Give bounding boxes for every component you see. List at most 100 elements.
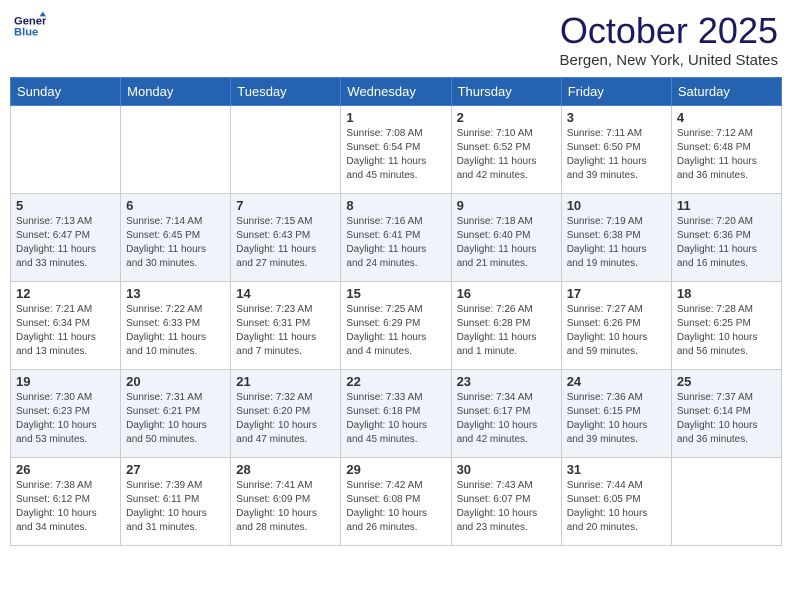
calendar-cell: 27 Sunrise: 7:39 AM Sunset: 6:11 PM Dayli… bbox=[121, 458, 231, 546]
calendar-cell: 3 Sunrise: 7:11 AM Sunset: 6:50 PM Daylig… bbox=[561, 106, 671, 194]
day-info: Sunrise: 7:22 AM Sunset: 6:33 PM Dayligh… bbox=[126, 303, 225, 359]
header-thursday: Thursday bbox=[451, 78, 561, 106]
day-number: 24 bbox=[567, 374, 666, 389]
day-info: Sunrise: 7:12 AM Sunset: 6:48 PM Dayligh… bbox=[677, 127, 776, 183]
day-number: 31 bbox=[567, 462, 666, 477]
svg-text:Blue: Blue bbox=[14, 27, 38, 39]
calendar-cell: 7 Sunrise: 7:15 AM Sunset: 6:43 PM Daylig… bbox=[231, 194, 341, 282]
page: General Blue October 2025 Bergen, New Yo… bbox=[0, 0, 792, 612]
day-info: Sunrise: 7:31 AM Sunset: 6:21 PM Dayligh… bbox=[126, 391, 225, 447]
weekday-header-row: Sunday Monday Tuesday Wednesday Thursday… bbox=[11, 78, 782, 106]
calendar-cell bbox=[121, 106, 231, 194]
day-number: 9 bbox=[457, 198, 556, 213]
day-info: Sunrise: 7:32 AM Sunset: 6:20 PM Dayligh… bbox=[236, 391, 335, 447]
day-info: Sunrise: 7:37 AM Sunset: 6:14 PM Dayligh… bbox=[677, 391, 776, 447]
calendar-cell: 14 Sunrise: 7:23 AM Sunset: 6:31 PM Dayli… bbox=[231, 282, 341, 370]
header-tuesday: Tuesday bbox=[231, 78, 341, 106]
day-number: 23 bbox=[457, 374, 556, 389]
day-info: Sunrise: 7:10 AM Sunset: 6:52 PM Dayligh… bbox=[457, 127, 556, 183]
day-number: 14 bbox=[236, 286, 335, 301]
day-info: Sunrise: 7:26 AM Sunset: 6:28 PM Dayligh… bbox=[457, 303, 556, 359]
logo-icon: General Blue bbox=[14, 10, 46, 42]
day-info: Sunrise: 7:18 AM Sunset: 6:40 PM Dayligh… bbox=[457, 215, 556, 271]
calendar-cell: 1 Sunrise: 7:08 AM Sunset: 6:54 PM Daylig… bbox=[341, 106, 451, 194]
calendar-cell: 2Sunrise: 7:10 AM Sunset: 6:52 PM Daylig… bbox=[451, 106, 561, 194]
calendar-cell: 18Sunrise: 7:28 AM Sunset: 6:25 PM Dayli… bbox=[671, 282, 781, 370]
day-info: Sunrise: 7:20 AM Sunset: 6:36 PM Dayligh… bbox=[677, 215, 776, 271]
calendar-cell: 15 Sunrise: 7:25 AM Sunset: 6:29 PM Dayli… bbox=[341, 282, 451, 370]
day-number: 16 bbox=[457, 286, 556, 301]
day-info: Sunrise: 7:30 AM Sunset: 6:23 PM Dayligh… bbox=[16, 391, 115, 447]
calendar-cell: 5 Sunrise: 7:13 AM Sunset: 6:47 PM Daylig… bbox=[11, 194, 121, 282]
day-number: 17 bbox=[567, 286, 666, 301]
calendar-cell: 29 Sunrise: 7:42 AM Sunset: 6:08 PM Dayli… bbox=[341, 458, 451, 546]
day-number: 8 bbox=[346, 198, 445, 213]
calendar-week-row: 12 Sunrise: 7:21 AM Sunset: 6:34 PM Dayli… bbox=[11, 282, 782, 370]
calendar-cell bbox=[231, 106, 341, 194]
day-info: Sunrise: 7:36 AM Sunset: 6:15 PM Dayligh… bbox=[567, 391, 666, 447]
day-info: Sunrise: 7:21 AM Sunset: 6:34 PM Dayligh… bbox=[16, 303, 115, 359]
calendar-cell: 28Sunrise: 7:41 AM Sunset: 6:09 PM Dayli… bbox=[231, 458, 341, 546]
day-info: Sunrise: 7:13 AM Sunset: 6:47 PM Dayligh… bbox=[16, 215, 115, 271]
day-number: 15 bbox=[346, 286, 445, 301]
day-number: 12 bbox=[16, 286, 115, 301]
day-number: 19 bbox=[16, 374, 115, 389]
day-number: 29 bbox=[346, 462, 445, 477]
calendar-cell: 10Sunrise: 7:19 AM Sunset: 6:38 PM Dayli… bbox=[561, 194, 671, 282]
calendar-cell: 22Sunrise: 7:33 AM Sunset: 6:18 PM Dayli… bbox=[341, 370, 451, 458]
day-number: 5 bbox=[16, 198, 115, 213]
day-number: 6 bbox=[126, 198, 225, 213]
day-number: 11 bbox=[677, 198, 776, 213]
day-number: 20 bbox=[126, 374, 225, 389]
location: Bergen, New York, United States bbox=[560, 52, 778, 69]
calendar-week-row: 26Sunrise: 7:38 AM Sunset: 6:12 PM Dayli… bbox=[11, 458, 782, 546]
day-info: Sunrise: 7:44 AM Sunset: 6:05 PM Dayligh… bbox=[567, 479, 666, 535]
header-saturday: Saturday bbox=[671, 78, 781, 106]
day-info: Sunrise: 7:14 AM Sunset: 6:45 PM Dayligh… bbox=[126, 215, 225, 271]
svg-text:General: General bbox=[14, 15, 46, 27]
day-number: 1 bbox=[346, 110, 445, 125]
calendar-cell: 23Sunrise: 7:34 AM Sunset: 6:17 PM Dayli… bbox=[451, 370, 561, 458]
calendar-cell: 16 Sunrise: 7:26 AM Sunset: 6:28 PM Dayli… bbox=[451, 282, 561, 370]
calendar-cell: 21Sunrise: 7:32 AM Sunset: 6:20 PM Dayli… bbox=[231, 370, 341, 458]
header-friday: Friday bbox=[561, 78, 671, 106]
header: General Blue October 2025 Bergen, New Yo… bbox=[10, 10, 782, 69]
calendar: Sunday Monday Tuesday Wednesday Thursday… bbox=[10, 77, 782, 546]
calendar-cell: 9 Sunrise: 7:18 AM Sunset: 6:40 PM Daylig… bbox=[451, 194, 561, 282]
calendar-cell: 25Sunrise: 7:37 AM Sunset: 6:14 PM Dayli… bbox=[671, 370, 781, 458]
day-number: 4 bbox=[677, 110, 776, 125]
calendar-cell bbox=[671, 458, 781, 546]
title-section: October 2025 Bergen, New York, United St… bbox=[560, 10, 778, 69]
day-info: Sunrise: 7:38 AM Sunset: 6:12 PM Dayligh… bbox=[16, 479, 115, 535]
calendar-cell: 13Sunrise: 7:22 AM Sunset: 6:33 PM Dayli… bbox=[121, 282, 231, 370]
day-number: 28 bbox=[236, 462, 335, 477]
calendar-cell: 24 Sunrise: 7:36 AM Sunset: 6:15 PM Dayli… bbox=[561, 370, 671, 458]
calendar-cell: 20 Sunrise: 7:31 AM Sunset: 6:21 PM Dayli… bbox=[121, 370, 231, 458]
day-number: 18 bbox=[677, 286, 776, 301]
calendar-cell: 6 Sunrise: 7:14 AM Sunset: 6:45 PM Daylig… bbox=[121, 194, 231, 282]
day-number: 27 bbox=[126, 462, 225, 477]
day-info: Sunrise: 7:08 AM Sunset: 6:54 PM Dayligh… bbox=[346, 127, 445, 183]
calendar-week-row: 5 Sunrise: 7:13 AM Sunset: 6:47 PM Daylig… bbox=[11, 194, 782, 282]
calendar-cell bbox=[11, 106, 121, 194]
day-info: Sunrise: 7:15 AM Sunset: 6:43 PM Dayligh… bbox=[236, 215, 335, 271]
calendar-cell: 8 Sunrise: 7:16 AM Sunset: 6:41 PM Daylig… bbox=[341, 194, 451, 282]
logo: General Blue bbox=[14, 10, 46, 42]
calendar-cell: 4 Sunrise: 7:12 AM Sunset: 6:48 PM Daylig… bbox=[671, 106, 781, 194]
day-info: Sunrise: 7:23 AM Sunset: 6:31 PM Dayligh… bbox=[236, 303, 335, 359]
day-info: Sunrise: 7:16 AM Sunset: 6:41 PM Dayligh… bbox=[346, 215, 445, 271]
day-number: 7 bbox=[236, 198, 335, 213]
day-info: Sunrise: 7:25 AM Sunset: 6:29 PM Dayligh… bbox=[346, 303, 445, 359]
day-number: 3 bbox=[567, 110, 666, 125]
day-info: Sunrise: 7:27 AM Sunset: 6:26 PM Dayligh… bbox=[567, 303, 666, 359]
day-info: Sunrise: 7:33 AM Sunset: 6:18 PM Dayligh… bbox=[346, 391, 445, 447]
calendar-cell: 11 Sunrise: 7:20 AM Sunset: 6:36 PM Dayli… bbox=[671, 194, 781, 282]
day-number: 10 bbox=[567, 198, 666, 213]
calendar-week-row: 19 Sunrise: 7:30 AM Sunset: 6:23 PM Dayli… bbox=[11, 370, 782, 458]
month-title: October 2025 bbox=[560, 10, 778, 52]
calendar-cell: 26Sunrise: 7:38 AM Sunset: 6:12 PM Dayli… bbox=[11, 458, 121, 546]
day-info: Sunrise: 7:39 AM Sunset: 6:11 PM Dayligh… bbox=[126, 479, 225, 535]
day-info: Sunrise: 7:11 AM Sunset: 6:50 PM Dayligh… bbox=[567, 127, 666, 183]
header-wednesday: Wednesday bbox=[341, 78, 451, 106]
day-info: Sunrise: 7:42 AM Sunset: 6:08 PM Dayligh… bbox=[346, 479, 445, 535]
